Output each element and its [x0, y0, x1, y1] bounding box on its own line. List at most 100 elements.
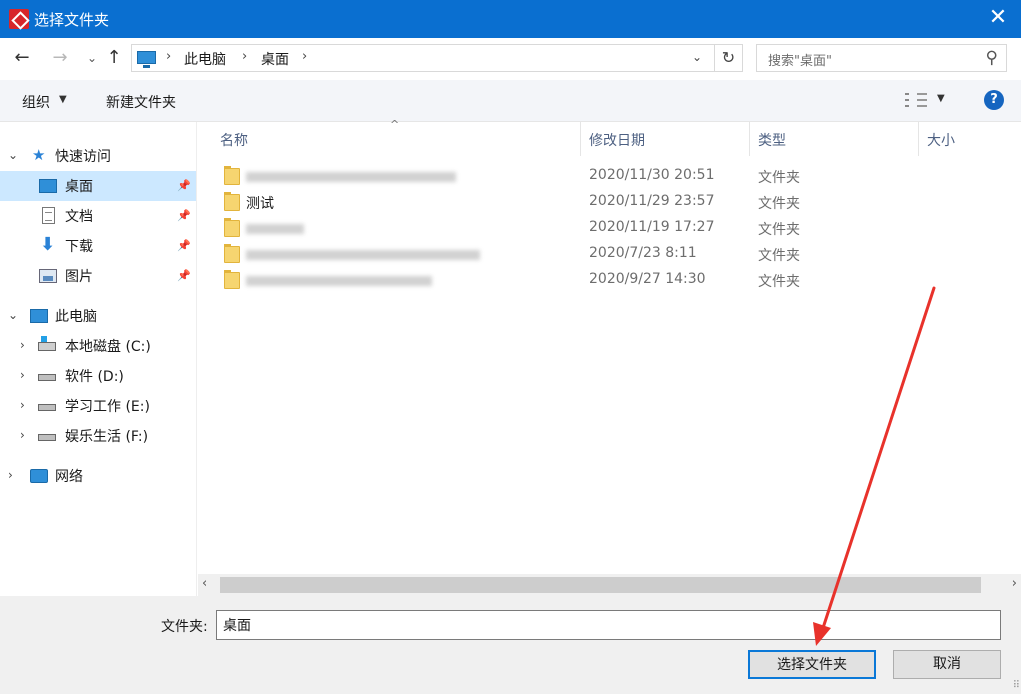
address-bar[interactable]: › 此电脑 › 桌面 › ⌄ [131, 44, 715, 72]
dialog-footer: 文件夹: 选择文件夹 取消 ⠿ [0, 596, 1021, 694]
view-options-icon[interactable] [905, 93, 927, 107]
tree-network[interactable]: › 网络 [0, 461, 196, 491]
chevron-right-icon[interactable]: › [20, 428, 25, 442]
organize-dropdown-icon[interactable]: ▼ [59, 94, 67, 105]
tree-label: 本地磁盘 (C:) [65, 339, 151, 355]
organize-button[interactable]: 组织 [22, 92, 50, 112]
pictures-icon [39, 269, 57, 283]
search-icon[interactable]: ⚲ [986, 48, 998, 68]
sidebar-item-drive-f[interactable]: › 娱乐生活 (F:) [0, 421, 196, 451]
sidebar-item-pictures[interactable]: 图片 📌 [0, 261, 196, 291]
address-dropdown-icon[interactable]: ⌄ [692, 50, 702, 64]
tree-label: 软件 (D:) [65, 369, 124, 385]
file-name: 测试 [246, 196, 274, 212]
drive-icon [38, 404, 56, 411]
file-list: 名称 ^ 修改日期 类型 大小 2020/11/30 20:51 文件夹 测试 … [198, 118, 1021, 596]
tree-label: 桌面 [65, 179, 93, 195]
tree-label: 网络 [55, 469, 83, 485]
folder-icon [224, 218, 240, 237]
network-icon [30, 469, 48, 483]
file-type: 文件夹 [758, 222, 800, 238]
column-label: 修改日期 [589, 133, 645, 149]
tree-label: 文档 [65, 209, 93, 225]
help-icon[interactable]: ? [984, 90, 1004, 110]
new-folder-button[interactable]: 新建文件夹 [106, 92, 176, 112]
tree-label: 下载 [65, 239, 93, 255]
close-button[interactable]: ✕ [975, 0, 1021, 38]
folder-name-input[interactable] [216, 610, 1001, 640]
sidebar-item-downloads[interactable]: ⬇ 下载 📌 [0, 231, 196, 261]
file-date: 2020/11/29 23:57 [589, 193, 715, 209]
back-icon[interactable]: ← [10, 46, 34, 70]
scroll-right-icon[interactable]: › [1012, 576, 1017, 591]
chevron-down-icon[interactable]: ⌄ [8, 148, 18, 162]
redacted-name [246, 276, 432, 286]
chevron-right-icon[interactable]: › [166, 49, 171, 64]
cancel-button[interactable]: 取消 [893, 650, 1001, 679]
documents-icon [42, 207, 55, 224]
sidebar-item-drive-d[interactable]: › 软件 (D:) [0, 361, 196, 391]
chevron-right-icon[interactable]: › [242, 49, 247, 64]
chevron-right-icon[interactable]: › [20, 338, 25, 352]
sidebar-item-drive-c[interactable]: › 本地磁盘 (C:) [0, 331, 196, 361]
sidebar-item-documents[interactable]: 文档 📌 [0, 201, 196, 231]
search-placeholder: 搜索"桌面" [768, 54, 832, 69]
column-label: 名称 [220, 133, 248, 149]
pin-icon[interactable]: 📌 [177, 209, 191, 222]
folder-icon [224, 244, 240, 263]
resize-grip-icon[interactable]: ⠿ [1013, 680, 1020, 691]
forward-icon[interactable]: → [48, 46, 72, 70]
chevron-right-icon[interactable]: › [8, 468, 13, 482]
scroll-left-icon[interactable]: ‹ [202, 576, 207, 591]
select-folder-button[interactable]: 选择文件夹 [748, 650, 876, 679]
folder-icon [224, 192, 240, 211]
file-row[interactable]: 2020/11/19 17:27 文件夹 [198, 215, 1021, 241]
up-icon[interactable]: ↑ [102, 46, 126, 70]
breadcrumb-this-pc[interactable]: 此电脑 [184, 49, 226, 69]
chevron-right-icon[interactable]: › [20, 398, 25, 412]
computer-icon [30, 309, 48, 323]
sidebar-item-drive-e[interactable]: › 学习工作 (E:) [0, 391, 196, 421]
pin-icon[interactable]: 📌 [177, 179, 191, 192]
recent-locations-icon[interactable]: ⌄ [80, 46, 104, 70]
chevron-right-icon[interactable]: › [302, 49, 307, 64]
view-dropdown-icon[interactable]: ▼ [937, 93, 945, 104]
redacted-name [246, 172, 456, 182]
scrollbar-thumb[interactable] [220, 577, 981, 593]
tree-label: 图片 [65, 269, 93, 285]
app-icon [9, 9, 29, 29]
tree-label: 娱乐生活 (F:) [65, 429, 149, 445]
tree-label: 快速访问 [55, 149, 111, 165]
file-row[interactable]: 2020/9/27 14:30 文件夹 [198, 267, 1021, 293]
pin-icon[interactable]: 📌 [177, 269, 191, 282]
navigation-bar: ← → ⌄ ↑ › 此电脑 › 桌面 › ⌄ ↻ 搜索"桌面" ⚲ [0, 38, 1021, 80]
horizontal-scrollbar[interactable]: ‹ › [198, 574, 1021, 596]
folder-icon [224, 166, 240, 185]
sidebar-item-desktop[interactable]: 桌面 📌 [0, 171, 196, 201]
drive-icon [38, 434, 56, 441]
column-header-date[interactable]: 修改日期 [580, 122, 749, 156]
navigation-pane: ⌄ ★ 快速访问 桌面 📌 文档 📌 ⬇ 下载 📌 图片 📌 ⌄ 此电脑 › 本… [0, 122, 197, 596]
tree-this-pc[interactable]: ⌄ 此电脑 [0, 301, 196, 331]
file-row[interactable]: 2020/7/23 8:11 文件夹 [198, 241, 1021, 267]
redacted-name [246, 250, 480, 260]
pin-icon[interactable]: 📌 [177, 239, 191, 252]
drive-icon [38, 374, 56, 381]
chevron-right-icon[interactable]: › [20, 368, 25, 382]
tree-quick-access[interactable]: ⌄ ★ 快速访问 [0, 141, 196, 171]
computer-icon [137, 51, 156, 68]
file-row[interactable]: 2020/11/30 20:51 文件夹 [198, 163, 1021, 189]
chevron-down-icon[interactable]: ⌄ [8, 308, 18, 322]
column-header-name[interactable]: 名称 ^ [198, 118, 580, 156]
sort-ascending-icon: ^ [390, 118, 400, 131]
title-bar: 选择文件夹 ✕ [0, 0, 1021, 38]
column-header-type[interactable]: 类型 [749, 122, 918, 156]
file-row[interactable]: 测试 2020/11/29 23:57 文件夹 [198, 189, 1021, 215]
window-title: 选择文件夹 [34, 11, 110, 29]
column-header-size[interactable]: 大小 [918, 122, 1021, 156]
file-date: 2020/11/19 17:27 [589, 219, 715, 235]
search-input[interactable]: 搜索"桌面" ⚲ [756, 44, 1007, 72]
breadcrumb-desktop[interactable]: 桌面 [261, 49, 289, 69]
refresh-icon[interactable]: ↻ [715, 44, 743, 72]
file-date: 2020/11/30 20:51 [589, 167, 715, 183]
